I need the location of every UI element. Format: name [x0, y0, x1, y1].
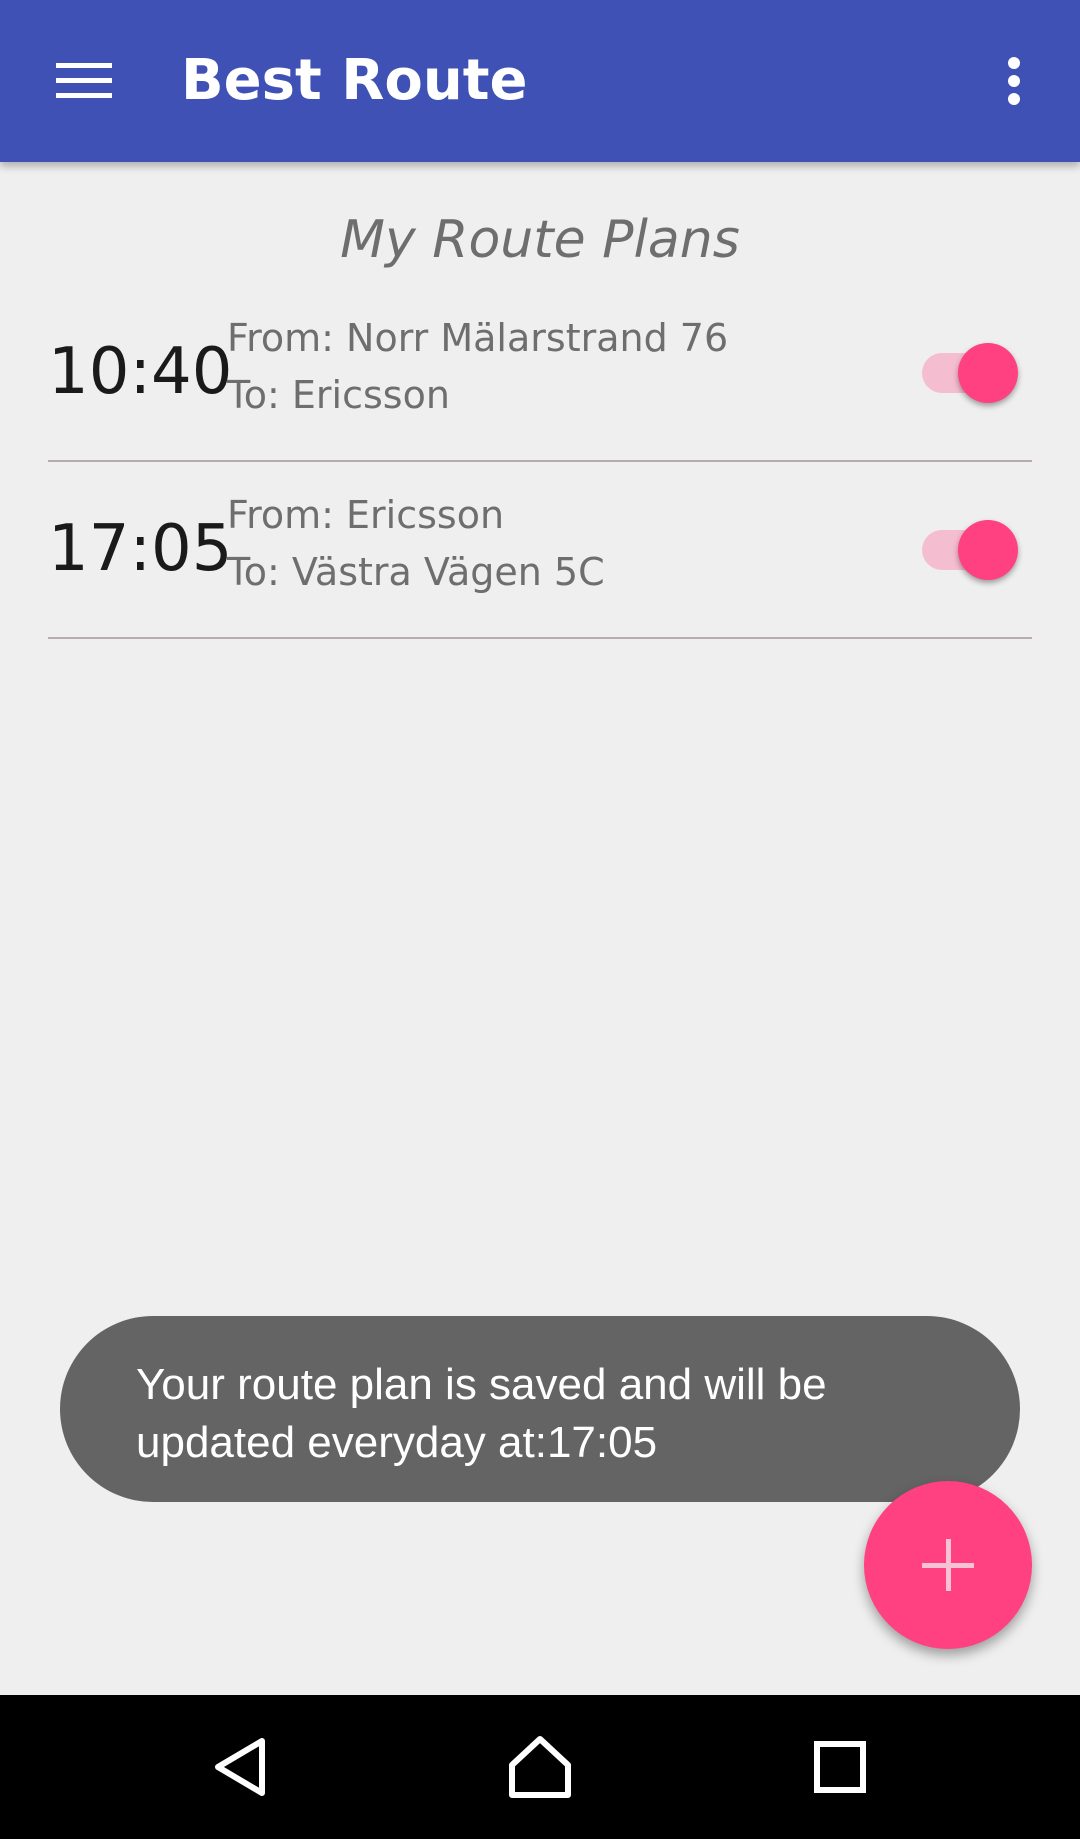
home-icon[interactable]: [496, 1723, 584, 1811]
route-time: 17:05: [48, 512, 233, 586]
toggle-thumb: [958, 343, 1018, 403]
route-item[interactable]: 10:40 From: Norr Mälarstrand 76 To: Eric…: [48, 284, 1032, 462]
route-item[interactable]: 17:05 From: Ericsson To: Västra Vägen 5C: [48, 461, 1032, 639]
route-to: To: Västra Vägen 5C: [227, 550, 605, 594]
add-route-button[interactable]: [864, 1481, 1032, 1649]
back-icon[interactable]: [196, 1723, 284, 1811]
toggle-thumb: [958, 520, 1018, 580]
route-from: From: Ericsson: [227, 493, 505, 537]
app-title: Best Route: [181, 48, 528, 113]
route-toggle[interactable]: [918, 519, 1022, 581]
toast: Your route plan is saved and will be upd…: [60, 1316, 1020, 1502]
menu-icon[interactable]: [40, 37, 128, 125]
recents-icon[interactable]: [796, 1723, 884, 1811]
route-from: From: Norr Mälarstrand 76: [227, 316, 729, 360]
system-nav-bar: [0, 1695, 1080, 1839]
app-bar: Best Route: [0, 0, 1080, 162]
route-toggle[interactable]: [918, 342, 1022, 404]
toast-message: Your route plan is saved and will be upd…: [136, 1360, 827, 1467]
route-time: 10:40: [48, 335, 233, 409]
page-title: My Route Plans: [340, 210, 740, 270]
more-vert-icon[interactable]: [990, 45, 1038, 117]
route-to: To: Ericsson: [227, 373, 450, 417]
